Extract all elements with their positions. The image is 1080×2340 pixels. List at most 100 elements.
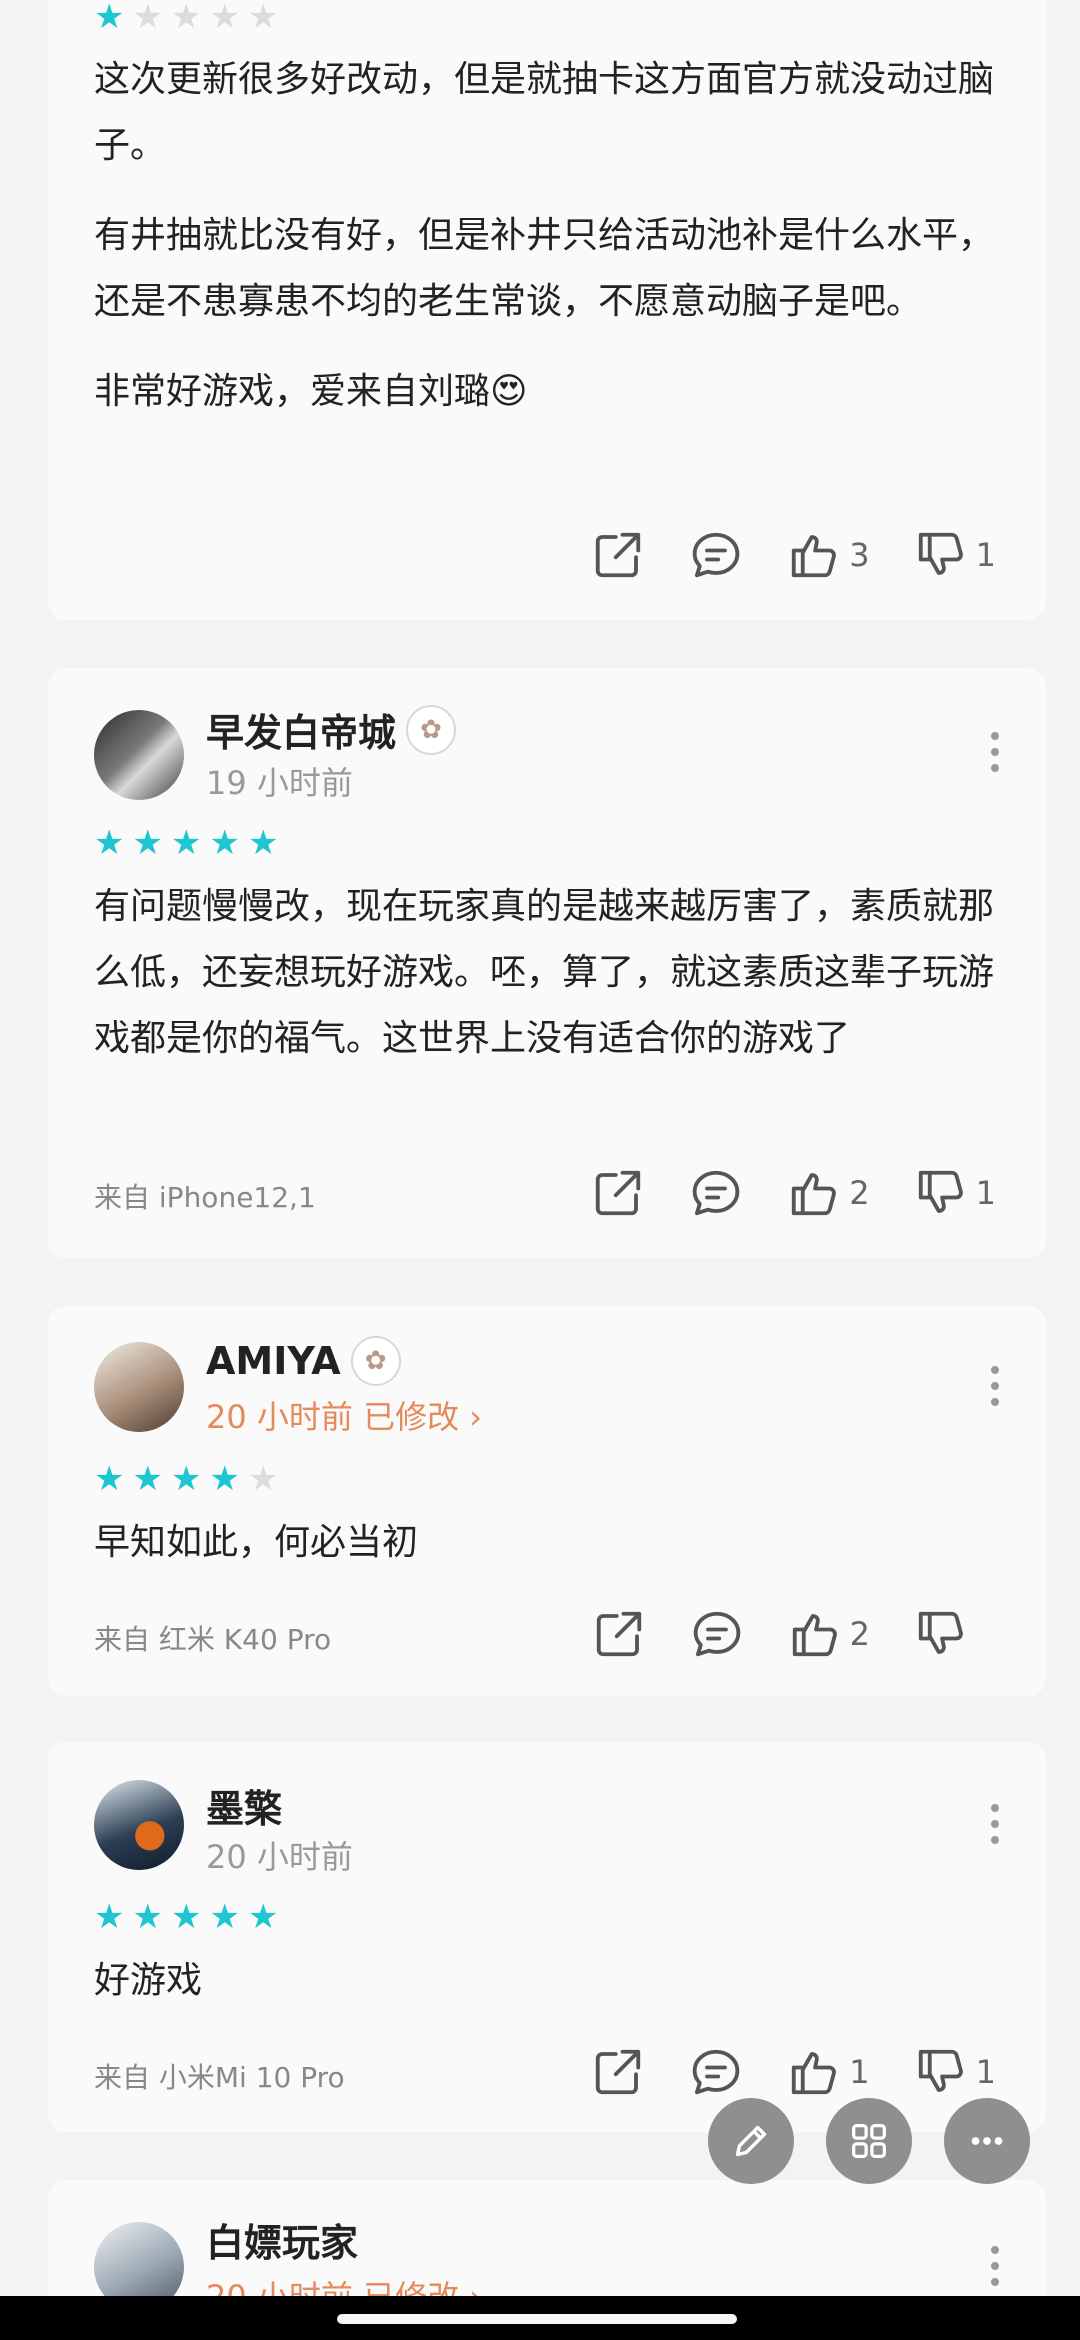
avatar[interactable] [94, 1342, 184, 1432]
grid-icon [852, 2124, 886, 2158]
device-label: 来自 iPhone12,1 [94, 1181, 316, 1214]
more-vertical-icon[interactable] [990, 732, 1000, 772]
star-icon: ★ [170, 1459, 202, 1499]
thumbs-up-icon [787, 1166, 841, 1220]
star-icon: ★ [94, 1897, 125, 1937]
grid-menu-button[interactable] [826, 2098, 912, 2184]
like-count: 3 [849, 536, 870, 574]
more-vertical-icon[interactable] [990, 2246, 1000, 2286]
comment-icon [689, 528, 743, 582]
dislike-count: 1 [975, 536, 996, 574]
thumbs-up-icon [787, 528, 841, 582]
comment-button[interactable] [689, 1166, 743, 1220]
star-icon: ★ [132, 1459, 163, 1499]
review-feed[interactable]: ★ ★ ★ ★ ★ 这次更新很多好改动，但是就抽卡这方面官方就没动过脑子。 有井… [0, 0, 1080, 2296]
review-time[interactable]: 20 小时前 已修改 › [206, 1392, 482, 1438]
username-text: 早发白帝城 [206, 711, 397, 755]
like-count: 2 [849, 1615, 870, 1653]
home-indicator[interactable] [337, 2314, 737, 2324]
like-button[interactable]: 3 [787, 528, 870, 582]
rating-stars: ★ ★ ★ ★ ★ [94, 1462, 278, 1496]
review-actions: 1 1 [547, 2042, 996, 2102]
review-actions: 2 1 [547, 1163, 996, 1223]
thumbs-down-icon [914, 1607, 968, 1661]
dislike-button[interactable] [914, 1607, 996, 1661]
star-icon: ★ [132, 823, 163, 863]
share-icon [592, 1607, 646, 1661]
username-text: 墨檠 [206, 1787, 283, 1831]
star-icon: ★ [132, 1897, 163, 1937]
review-paragraph: 非常好游戏，爱来自刘璐😍 [94, 371, 528, 412]
username[interactable]: 墨檠 [206, 1778, 282, 1833]
dislike-count: 1 [975, 1174, 996, 1212]
star-icon: ★ [94, 823, 125, 863]
username[interactable]: 白嫖玩家 [206, 2212, 358, 2267]
share-button[interactable] [591, 1166, 645, 1220]
username[interactable]: 早发白帝城 ✿ [206, 702, 457, 757]
thumbs-down-icon [914, 528, 968, 582]
comment-icon [689, 2045, 743, 2099]
more-vertical-icon[interactable] [990, 1366, 1000, 1406]
review-time: 19 小时前 [206, 764, 353, 802]
username-text: 白嫖玩家 [206, 2221, 359, 2265]
share-icon [591, 2045, 645, 2099]
star-icon: ★ [132, 0, 163, 37]
dislike-button[interactable]: 1 [914, 1166, 996, 1220]
comment-button[interactable] [689, 2045, 743, 2099]
star-icon: ★ [209, 823, 240, 863]
share-icon [591, 528, 645, 582]
dislike-button[interactable]: 1 [914, 2045, 996, 2099]
star-icon: ★ [209, 1897, 240, 1937]
write-review-button[interactable] [708, 2098, 794, 2184]
username[interactable]: AMIYA ✿ [206, 1336, 401, 1386]
like-count: 1 [849, 2053, 870, 2091]
avatar[interactable] [94, 2222, 184, 2296]
star-icon: ★ [247, 1459, 279, 1499]
thumbs-down-icon [914, 2045, 968, 2099]
comment-button[interactable] [689, 528, 743, 582]
rating-stars: ★ ★ ★ ★ ★ [94, 0, 278, 34]
review-actions: 2 [548, 1604, 996, 1664]
comment-icon [690, 1607, 744, 1661]
share-button[interactable] [592, 1607, 646, 1661]
thumbs-up-icon [788, 1607, 842, 1661]
username-text: AMIYA [206, 1339, 341, 1383]
more-horizontal-icon [971, 2137, 1003, 2145]
device-label: 来自 红米 K40 Pro [94, 1623, 332, 1656]
dislike-button[interactable]: 1 [914, 528, 996, 582]
star-icon: ★ [247, 823, 279, 863]
share-icon [591, 1166, 645, 1220]
more-vertical-icon[interactable] [990, 1804, 1000, 1844]
star-icon: ★ [94, 1459, 125, 1499]
review-text: 早知如此，何必当初 [94, 1522, 419, 1563]
dislike-count: 1 [975, 2053, 996, 2091]
star-icon: ★ [247, 1897, 279, 1937]
star-icon: ★ [170, 823, 202, 863]
share-button[interactable] [591, 528, 645, 582]
thumbs-down-icon [914, 1166, 968, 1220]
review-time[interactable]: 20 小时前 已修改 › [206, 2272, 482, 2296]
review-card: 墨檠 20 小时前 ★ ★ ★ ★ ★ 好游戏 来自 小米Mi 10 Pro 1… [48, 1742, 1046, 2132]
star-icon: ★ [170, 1897, 202, 1937]
review-text: 好游戏 [94, 1960, 203, 2001]
badge-icon: ✿ [350, 1336, 401, 1386]
like-button[interactable]: 2 [787, 1166, 870, 1220]
share-button[interactable] [591, 2045, 645, 2099]
badge-icon: ✿ [406, 704, 457, 755]
avatar[interactable] [94, 1780, 184, 1870]
review-text: 这次更新很多好改动，但是就抽卡这方面官方就没动过脑子。 有井抽就比没有好，但是补… [94, 47, 1014, 449]
review-time: 20 小时前 [206, 1838, 353, 1876]
review-card: AMIYA ✿ 20 小时前 已修改 › ★ ★ ★ ★ ★ 早知如此，何必当初… [48, 1306, 1046, 1696]
rating-stars: ★ ★ ★ ★ ★ [94, 826, 278, 860]
like-count: 2 [849, 1174, 870, 1212]
device-label: 来自 小米Mi 10 Pro [94, 2061, 345, 2094]
like-button[interactable]: 2 [788, 1607, 870, 1661]
like-button[interactable]: 1 [787, 2045, 870, 2099]
review-card: ★ ★ ★ ★ ★ 这次更新很多好改动，但是就抽卡这方面官方就没动过脑子。 有井… [48, 0, 1046, 620]
more-button[interactable] [944, 2098, 1030, 2184]
comment-button[interactable] [690, 1607, 744, 1661]
review-card: 白嫖玩家 20 小时前 已修改 › [48, 2180, 1046, 2296]
comment-icon [689, 1166, 743, 1220]
avatar[interactable] [94, 710, 184, 800]
review-paragraph: 有井抽就比没有好，但是补井只给活动池补是什么水平，还是不患寡患不均的老生常谈，不… [94, 215, 995, 322]
